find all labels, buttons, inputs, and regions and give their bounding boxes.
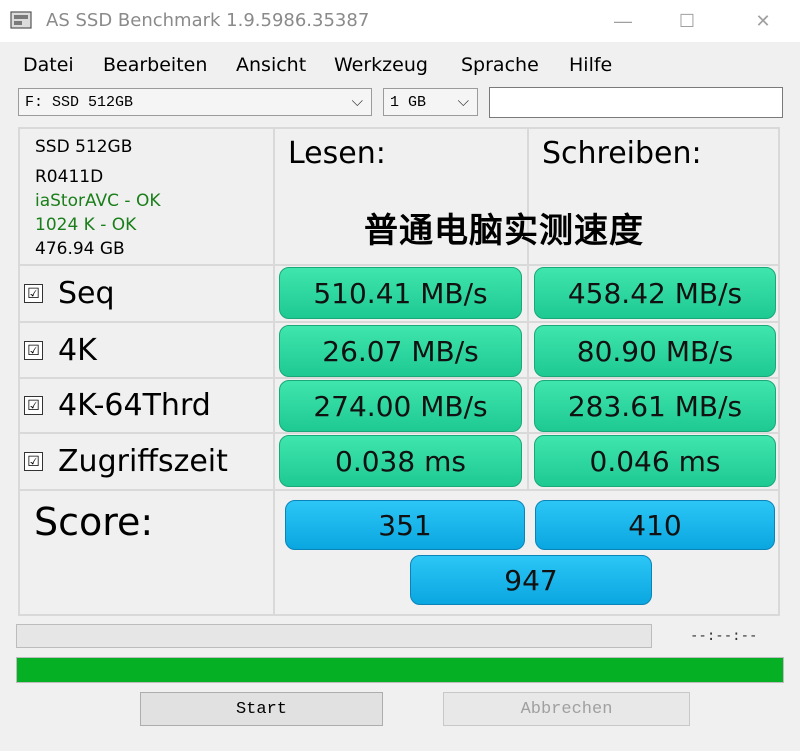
access-write-result: 0.046 ms <box>534 435 776 487</box>
chevron-down-icon: ⌵ <box>457 93 469 110</box>
grid-line <box>18 489 780 491</box>
test-name: 4K-64Thrd <box>58 387 211 423</box>
overall-progress-bar <box>16 657 784 683</box>
checkbox-4k[interactable]: ☑ <box>24 340 43 360</box>
test-row-seq[interactable]: ☑ Seq <box>24 273 115 313</box>
4k-read-result: 26.07 MB/s <box>279 325 522 377</box>
test-row-4k-64thrd[interactable]: ☑ 4K-64Thrd <box>24 385 211 425</box>
menu-datei[interactable]: Datei <box>23 54 74 76</box>
read-column-header: Lesen: <box>288 136 386 171</box>
test-size-value: 1 GB <box>390 94 427 111</box>
seq-write-result: 458.42 MB/s <box>534 267 776 319</box>
drive-select[interactable]: F: SSD 512GB ⌵ <box>18 88 372 116</box>
write-column-header: Schreiben: <box>542 136 702 171</box>
grid-line <box>18 321 780 323</box>
title-bar: AS SSD Benchmark 1.9.5986.35387 — ☐ ✕ <box>0 0 800 42</box>
drive-model: SSD 512GB <box>35 137 133 157</box>
checkbox-seq[interactable]: ☑ <box>24 283 43 303</box>
test-name: Zugriffszeit <box>58 443 228 479</box>
write-score: 410 <box>535 500 775 550</box>
drive-capacity: 476.94 GB <box>35 239 125 259</box>
test-name: 4K <box>58 332 97 368</box>
drive-select-value: F: SSD 512GB <box>25 94 134 111</box>
total-score: 947 <box>410 555 652 605</box>
chevron-down-icon: ⌵ <box>351 93 363 110</box>
seq-read-result: 510.41 MB/s <box>279 267 522 319</box>
test-row-access-time[interactable]: ☑ Zugriffszeit <box>24 441 228 481</box>
minimize-button[interactable]: — <box>594 0 652 42</box>
drive-firmware: R0411D <box>35 167 104 187</box>
grid-line <box>18 264 780 266</box>
drive-info: SSD 512GB R0411D iaStorAVC - OK 1024 K -… <box>21 129 271 262</box>
maximize-button[interactable]: ☐ <box>658 0 716 42</box>
start-button[interactable]: Start <box>140 692 383 726</box>
progress-fill <box>17 658 783 682</box>
score-label: Score: <box>34 500 154 544</box>
grid-line <box>18 377 780 379</box>
test-row-4k[interactable]: ☑ 4K <box>24 330 97 370</box>
window-title: AS SSD Benchmark 1.9.5986.35387 <box>46 10 370 31</box>
grid-line <box>273 127 275 616</box>
test-name: Seq <box>58 275 115 311</box>
test-progress-bar <box>16 624 652 648</box>
text-input[interactable] <box>489 87 783 118</box>
overlay-caption: 普通电脑实测速度 <box>364 211 644 251</box>
access-read-result: 0.038 ms <box>279 435 522 487</box>
4k-write-result: 80.90 MB/s <box>534 325 776 377</box>
menu-ansicht[interactable]: Ansicht <box>236 54 306 76</box>
close-button[interactable]: ✕ <box>734 0 792 42</box>
checkbox-4k-64thrd[interactable]: ☑ <box>24 395 43 415</box>
grid-line <box>18 614 780 616</box>
elapsed-time: --:--:-- <box>690 628 758 644</box>
read-score: 351 <box>285 500 525 550</box>
grid-line <box>18 127 20 616</box>
menu-hilfe[interactable]: Hilfe <box>569 54 612 76</box>
app-icon <box>10 11 32 29</box>
abort-button[interactable]: Abbrechen <box>443 692 690 726</box>
alignment-status: 1024 K - OK <box>35 215 137 235</box>
menu-bearbeiten[interactable]: Bearbeiten <box>103 54 207 76</box>
menu-bar: Datei Bearbeiten Ansicht Werkzeug Sprach… <box>0 42 800 84</box>
menu-sprache[interactable]: Sprache <box>461 54 539 76</box>
4k64-read-result: 274.00 MB/s <box>279 380 522 432</box>
checkbox-access-time[interactable]: ☑ <box>24 451 43 471</box>
driver-status: iaStorAVC - OK <box>35 191 161 211</box>
grid-line <box>18 432 780 434</box>
grid-line <box>778 127 780 616</box>
4k64-write-result: 283.61 MB/s <box>534 380 776 432</box>
grid-line <box>527 127 529 489</box>
test-size-select[interactable]: 1 GB ⌵ <box>383 88 478 116</box>
menu-werkzeug[interactable]: Werkzeug <box>334 54 428 76</box>
